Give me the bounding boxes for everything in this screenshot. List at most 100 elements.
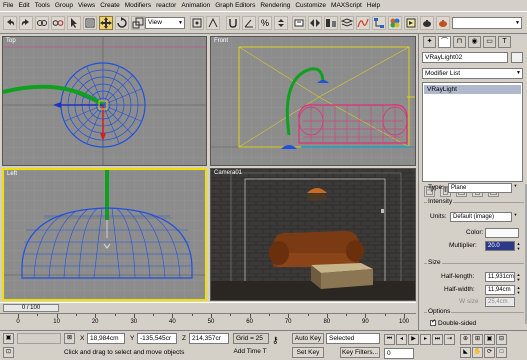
- menu-rendering[interactable]: Rendering: [260, 2, 290, 9]
- double-sided-option[interactable]: Double-sided: [430, 318, 476, 327]
- menu-tools[interactable]: Tools: [35, 2, 50, 9]
- key-mode-dropdown[interactable]: Selected: [326, 333, 380, 344]
- percent-snap-button[interactable]: %: [258, 16, 272, 30]
- reference-coordinate-dropdown[interactable]: View: [145, 17, 185, 29]
- modifier-list-dropdown[interactable]: Modifier List: [422, 68, 523, 79]
- arc-rotate-button[interactable]: ⟳: [484, 347, 495, 358]
- half-width-field[interactable]: 11,94cm: [485, 285, 515, 295]
- light-type-dropdown[interactable]: Plane: [448, 183, 512, 193]
- object-color-swatch[interactable]: [511, 52, 523, 63]
- units-dropdown[interactable]: Default (image): [450, 212, 512, 222]
- pan-button[interactable]: ✋: [472, 347, 483, 358]
- menu-graph-editors[interactable]: Graph Editors: [215, 2, 255, 9]
- select-rotate-button[interactable]: [115, 16, 129, 30]
- menu-file[interactable]: File: [3, 2, 13, 9]
- unlink-button[interactable]: [51, 16, 65, 30]
- front-viewport[interactable]: Front: [210, 36, 416, 166]
- maximize-viewport-button[interactable]: □: [496, 347, 507, 358]
- zoom-extents-button[interactable]: ▣: [484, 334, 495, 345]
- manipulate-button[interactable]: [206, 16, 220, 30]
- half-width-spinner[interactable]: ▲ ▼: [516, 285, 521, 295]
- selection-lock-button[interactable]: ⊡: [3, 347, 14, 358]
- curve-editor-button[interactable]: [356, 16, 370, 30]
- menu-reactor[interactable]: reactor: [156, 2, 176, 9]
- light-color-swatch[interactable]: [485, 228, 519, 238]
- modifier-stack[interactable]: VRayLight: [422, 82, 523, 182]
- go-to-end-button[interactable]: ⏭: [432, 334, 443, 345]
- redo-button[interactable]: [19, 16, 33, 30]
- menu-animation[interactable]: Animation: [181, 2, 210, 9]
- key-mode-toggle[interactable]: ⇥: [444, 334, 455, 345]
- camera-viewport[interactable]: Camera01: [210, 168, 416, 301]
- align-button[interactable]: [324, 16, 338, 30]
- render-last-button[interactable]: [436, 16, 450, 30]
- zoom-extents-all-button[interactable]: ⊟: [496, 334, 507, 345]
- y-coordinate-field[interactable]: -135,545cr: [137, 333, 177, 344]
- key-filters-button[interactable]: Key Filters...: [340, 347, 380, 358]
- set-key-button[interactable]: Set Key: [292, 347, 324, 358]
- time-slider[interactable]: 0 / 100: [0, 302, 416, 312]
- render-scene-button[interactable]: [404, 16, 418, 30]
- stack-item-vraylight[interactable]: VRayLight: [424, 85, 521, 94]
- auto-key-button[interactable]: Auto Key: [292, 333, 324, 344]
- angle-snap-button[interactable]: [242, 16, 256, 30]
- menu-edit[interactable]: Edit: [18, 2, 29, 9]
- motion-tab[interactable]: ◉: [468, 36, 481, 48]
- next-frame-button[interactable]: ▸: [420, 334, 431, 345]
- top-viewport-label[interactable]: Top: [6, 38, 16, 44]
- menu-customize[interactable]: Customize: [295, 2, 326, 9]
- utilities-tab[interactable]: T: [498, 36, 511, 48]
- menu-create[interactable]: Create: [100, 2, 120, 9]
- x-coordinate-field[interactable]: 18,984cm: [87, 333, 125, 344]
- time-slider-thumb[interactable]: 0 / 100: [3, 304, 59, 312]
- lock-selection-toggle[interactable]: ⊠: [64, 333, 75, 344]
- front-viewport-label[interactable]: Front: [214, 38, 228, 44]
- go-to-start-button[interactable]: ⏮: [384, 334, 395, 345]
- menu-views[interactable]: Views: [78, 2, 95, 9]
- double-sided-checkbox[interactable]: [430, 318, 436, 326]
- pivot-center-button[interactable]: [190, 16, 204, 30]
- top-viewport[interactable]: Top: [2, 36, 207, 166]
- play-button[interactable]: ▶: [408, 334, 419, 345]
- select-object-button[interactable]: [67, 16, 81, 30]
- z-coordinate-field[interactable]: 214,357cr: [189, 333, 229, 344]
- schematic-view-button[interactable]: [372, 16, 386, 30]
- create-tab[interactable]: ✦: [423, 36, 436, 48]
- object-name-field[interactable]: VRayLight02: [422, 52, 508, 63]
- previous-frame-button[interactable]: ◂: [396, 334, 407, 345]
- layer-manager-button[interactable]: [340, 16, 354, 30]
- hierarchy-tab[interactable]: ⊓: [453, 36, 466, 48]
- select-by-name-button[interactable]: [83, 16, 97, 30]
- undo-button[interactable]: [3, 16, 17, 30]
- menu-maxscript[interactable]: MAXScript: [331, 2, 362, 9]
- multiplier-spinner[interactable]: ▲ ▼: [516, 241, 521, 251]
- multiplier-field[interactable]: 20.0: [485, 241, 515, 251]
- select-link-button[interactable]: [35, 16, 49, 30]
- spinner-snap-button[interactable]: [274, 16, 288, 30]
- menu-help[interactable]: Help: [367, 2, 380, 9]
- snap-toggle-button[interactable]: [226, 16, 240, 30]
- zoom-all-button[interactable]: ⊞: [472, 334, 483, 345]
- field-of-view-button[interactable]: ◣: [460, 347, 471, 358]
- mirror-button[interactable]: [308, 16, 322, 30]
- display-tab[interactable]: ▭: [483, 36, 496, 48]
- left-viewport[interactable]: Left: [2, 168, 207, 301]
- max-script-listener-button[interactable]: ▣: [3, 333, 14, 344]
- menu-modifiers[interactable]: Modifiers: [125, 2, 151, 9]
- camera-viewport-label[interactable]: Camera01: [214, 170, 242, 176]
- add-time-tag[interactable]: Add Time T: [232, 347, 268, 358]
- left-viewport-label[interactable]: Left: [7, 171, 17, 177]
- modify-tab[interactable]: ⌒: [438, 36, 451, 48]
- half-length-spinner[interactable]: ▲ ▼: [516, 272, 521, 282]
- quick-render-button[interactable]: [420, 16, 434, 30]
- half-length-field[interactable]: 11,931cm: [485, 272, 515, 282]
- zoom-button[interactable]: ⊕: [460, 334, 471, 345]
- material-editor-button[interactable]: [388, 16, 402, 30]
- select-scale-button[interactable]: [131, 16, 145, 30]
- named-selection-button[interactable]: [292, 16, 306, 30]
- track-bar[interactable]: 0 10 20 30 40 50 60 70 80 90 100: [0, 313, 416, 329]
- menu-group[interactable]: Group: [55, 2, 73, 9]
- named-selection-set-dropdown[interactable]: [452, 17, 522, 29]
- select-move-button[interactable]: [99, 16, 113, 30]
- current-frame-field[interactable]: 0: [384, 348, 414, 359]
